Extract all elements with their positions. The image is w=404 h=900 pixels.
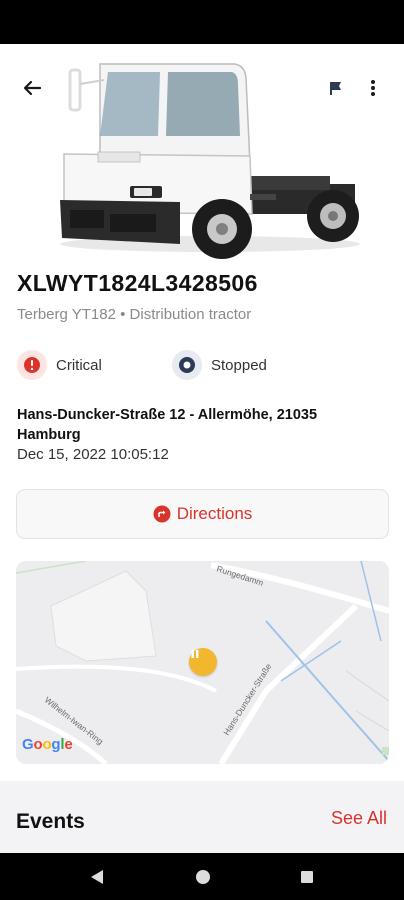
nav-recents-button[interactable] [296, 866, 318, 888]
status-row: Critical Stopped [17, 348, 397, 382]
alert-icon [17, 350, 47, 380]
flag-button[interactable] [318, 70, 354, 106]
more-vert-icon [371, 80, 375, 96]
directions-button[interactable]: Directions [16, 489, 389, 539]
severity-label: Critical [56, 356, 102, 374]
system-navigation-bar [0, 853, 404, 900]
nav-home-icon [196, 870, 210, 884]
location-address: Hans-Duncker-Straße 12 - Allermöhe, 2103… [17, 407, 318, 443]
stopped-icon [172, 350, 202, 380]
nav-home-button[interactable] [192, 866, 214, 888]
directions-label: Directions [176, 504, 253, 523]
nav-recents-icon [301, 871, 313, 883]
arrow-back-icon [23, 80, 42, 96]
vehicle-id: XLWYT1824L3428506 [17, 270, 258, 296]
nav-back-icon [91, 870, 103, 884]
directions-icon [153, 505, 171, 523]
more-options-button[interactable] [355, 70, 391, 106]
location-map[interactable]: Rungedamm Hans-Duncker-Straße Wilhelm-Iw… [16, 561, 389, 764]
status-bar [0, 0, 404, 44]
nav-back-button[interactable] [86, 866, 108, 888]
flag-icon [330, 82, 341, 95]
severity-status: Critical [17, 348, 102, 382]
see-all-link[interactable]: See All [331, 808, 387, 829]
location-timestamp: Dec 15, 2022 10:05:12 [17, 446, 169, 463]
vehicle-model: Terberg YT182 • Distribution tractor [17, 306, 252, 323]
events-title: Events [16, 810, 85, 833]
state-label: Stopped [211, 356, 267, 374]
pause-marker-icon[interactable] [189, 648, 217, 676]
google-logo: Google [22, 736, 73, 753]
back-button[interactable] [14, 70, 50, 106]
state-status: Stopped [172, 348, 267, 382]
